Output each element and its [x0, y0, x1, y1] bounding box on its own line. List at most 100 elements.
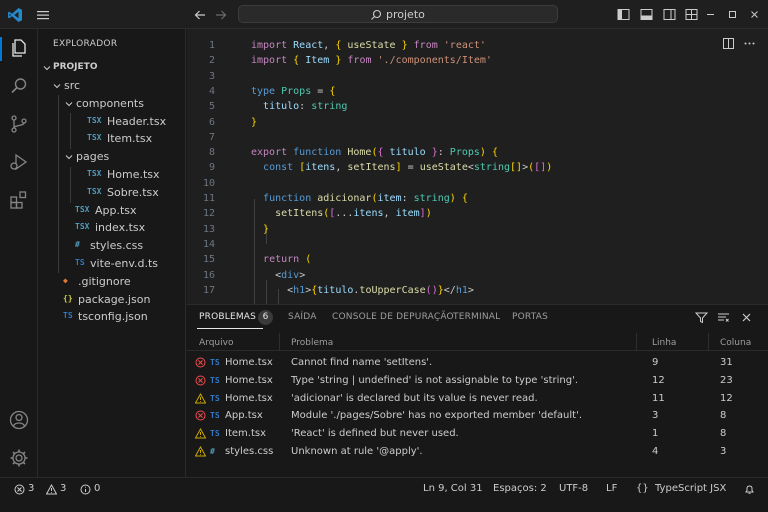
tree-item-label: Header.tsx: [107, 114, 167, 128]
code-line[interactable]: 17 <h1>{titulo.toUpperCase()}</h1>: [187, 282, 768, 300]
status-info-count[interactable]: 0: [94, 483, 100, 494]
status-bar: 3 3 0 Ln 9, Col 31 Espaços: 2 UTF-8 LF {…: [0, 477, 768, 512]
problem-row[interactable]: # styles.css Unknown at rule '@apply'. 4 3: [187, 443, 768, 461]
search-view-icon[interactable]: [8, 75, 30, 97]
problem-row[interactable]: TS Home.tsx Cannot find name 'setItens'. 9 3…: [187, 354, 768, 372]
warning-icon: [195, 428, 206, 439]
code-editor[interactable]: 1 import React, { useState } from 'react'…: [187, 29, 768, 304]
tree-file[interactable]: TS vite-env.d.ts: [38, 255, 186, 273]
tab-problems[interactable]: PROBLEMAS: [199, 312, 256, 322]
code-text: return (: [263, 254, 312, 266]
extensions-icon[interactable]: [8, 189, 30, 211]
code-text: import React, { useState } from 'react': [251, 40, 486, 51]
bottom-panel: PROBLEMAS 6 SAÍDA CONSOLE DE DEPURAÇÃO T…: [187, 304, 768, 477]
status-encoding[interactable]: UTF-8: [559, 483, 588, 494]
line-number: 14: [202, 238, 215, 250]
column-divider: [708, 333, 709, 351]
line-number: 10: [202, 177, 215, 189]
tab-debug-console[interactable]: CONSOLE DE DEPURAÇÃO: [332, 312, 454, 322]
problem-line: 1: [652, 428, 659, 440]
toggle-panel-icon[interactable]: [640, 8, 653, 21]
line-number: 12: [202, 208, 215, 220]
tree-folder[interactable]: src: [38, 77, 186, 95]
account-icon[interactable]: [8, 409, 30, 431]
explorer-icon[interactable]: [8, 37, 30, 59]
code-text: titulo: string: [263, 101, 348, 113]
toggle-secondary-sidebar-icon[interactable]: [663, 8, 676, 21]
file-type-icon: TS: [210, 358, 220, 367]
close-icon[interactable]: [748, 8, 761, 21]
tree-file[interactable]: TSX App.tsx: [38, 202, 186, 220]
gear-icon[interactable]: [8, 447, 30, 469]
tree-folder[interactable]: pages: [38, 148, 186, 166]
tree-item-label: vite-env.d.ts: [90, 257, 159, 270]
run-debug-icon[interactable]: [8, 151, 30, 173]
tree-file[interactable]: TSX Item.tsx: [38, 130, 186, 148]
tab-output[interactable]: SAÍDA: [288, 312, 317, 322]
problem-file: App.tsx: [225, 410, 263, 422]
arrow-left-icon[interactable]: [193, 8, 207, 22]
tree-item-label: Item.tsx: [107, 132, 153, 146]
col-file[interactable]: Arquivo: [199, 338, 233, 348]
file-type-icon: TS: [63, 311, 73, 321]
tree-file[interactable]: TSX Home.tsx: [38, 166, 186, 184]
problem-line: 11: [652, 392, 665, 404]
tree-file[interactable]: {} package.json: [38, 291, 186, 309]
problem-row[interactable]: TS Home.tsx Type 'string | undefined' is n…: [187, 372, 768, 390]
tree-file[interactable]: TSX Sobre.tsx: [38, 184, 186, 202]
line-number: 6: [208, 116, 215, 128]
arrow-right-icon[interactable]: [214, 8, 228, 22]
problem-column: 12: [720, 392, 733, 404]
col-column[interactable]: Coluna: [720, 338, 751, 348]
toggle-sidebar-icon[interactable]: [617, 8, 630, 21]
project-folder-header[interactable]: PROJETO: [38, 59, 186, 77]
status-warning-count[interactable]: 3: [60, 483, 66, 494]
minimize-icon[interactable]: [704, 8, 717, 21]
problem-row[interactable]: TS Home.tsx 'adicionar' is declared but it…: [187, 390, 768, 408]
line-number: 9: [208, 162, 215, 174]
tree-file[interactable]: TSX Header.tsx: [38, 113, 186, 131]
search-icon: [371, 9, 382, 20]
collapse-all-icon[interactable]: [717, 311, 730, 324]
error-icon: [195, 357, 206, 368]
problem-column: 3: [720, 446, 727, 457]
problem-column: 23: [720, 374, 733, 386]
column-divider: [636, 333, 637, 351]
close-panel-icon[interactable]: [740, 311, 753, 324]
info-icon: [80, 484, 91, 495]
file-type-icon: TSX: [87, 115, 102, 125]
problem-message: 'React' is defined but never used.: [291, 428, 459, 440]
col-problem[interactable]: Problema: [291, 338, 333, 348]
tree-file[interactable]: # styles.css: [38, 237, 186, 255]
filter-icon[interactable]: [695, 311, 708, 324]
tab-terminal[interactable]: TERMINAL: [453, 312, 500, 322]
file-type-icon: TSX: [87, 186, 102, 196]
problem-file: styles.css: [225, 446, 274, 457]
tree-file[interactable]: TSX index.tsx: [38, 219, 186, 237]
tree-item-label: Sobre.tsx: [107, 185, 159, 199]
tree-item-label: Home.tsx: [107, 168, 160, 181]
customize-layout-icon[interactable]: [685, 8, 698, 21]
problem-row[interactable]: TS App.tsx Module './pages/Sobre' has no e…: [187, 407, 768, 425]
tree-file[interactable]: ◆ .gitignore: [38, 273, 186, 291]
status-cursor-position[interactable]: Ln 9, Col 31: [423, 483, 483, 494]
status-eol[interactable]: LF: [606, 483, 617, 494]
command-center-search[interactable]: projeto: [238, 5, 558, 23]
status-error-count[interactable]: 3: [28, 483, 34, 494]
status-language[interactable]: TypeScript JSX: [655, 483, 726, 494]
source-control-icon[interactable]: [8, 113, 30, 135]
maximize-icon[interactable]: [726, 8, 739, 21]
tree-item-label: src: [64, 79, 81, 92]
col-line[interactable]: Linha: [652, 338, 676, 348]
status-indentation[interactable]: Espaços: 2: [493, 483, 547, 494]
file-type-icon: #: [210, 447, 215, 456]
problem-row[interactable]: TS Item.tsx 'React' is defined but never u…: [187, 425, 768, 443]
menu-icon[interactable]: [36, 8, 50, 22]
problems-table-header: [187, 333, 768, 351]
tab-ports[interactable]: PORTAS: [512, 312, 548, 322]
active-tab-underline: [197, 328, 263, 329]
bell-icon[interactable]: [744, 484, 755, 495]
explorer-sidebar: EXPLORADOR PROJETO src components TSX Heade…: [38, 29, 186, 477]
tree-file[interactable]: TS tsconfig.json: [38, 308, 186, 326]
tree-folder[interactable]: components: [38, 95, 186, 113]
